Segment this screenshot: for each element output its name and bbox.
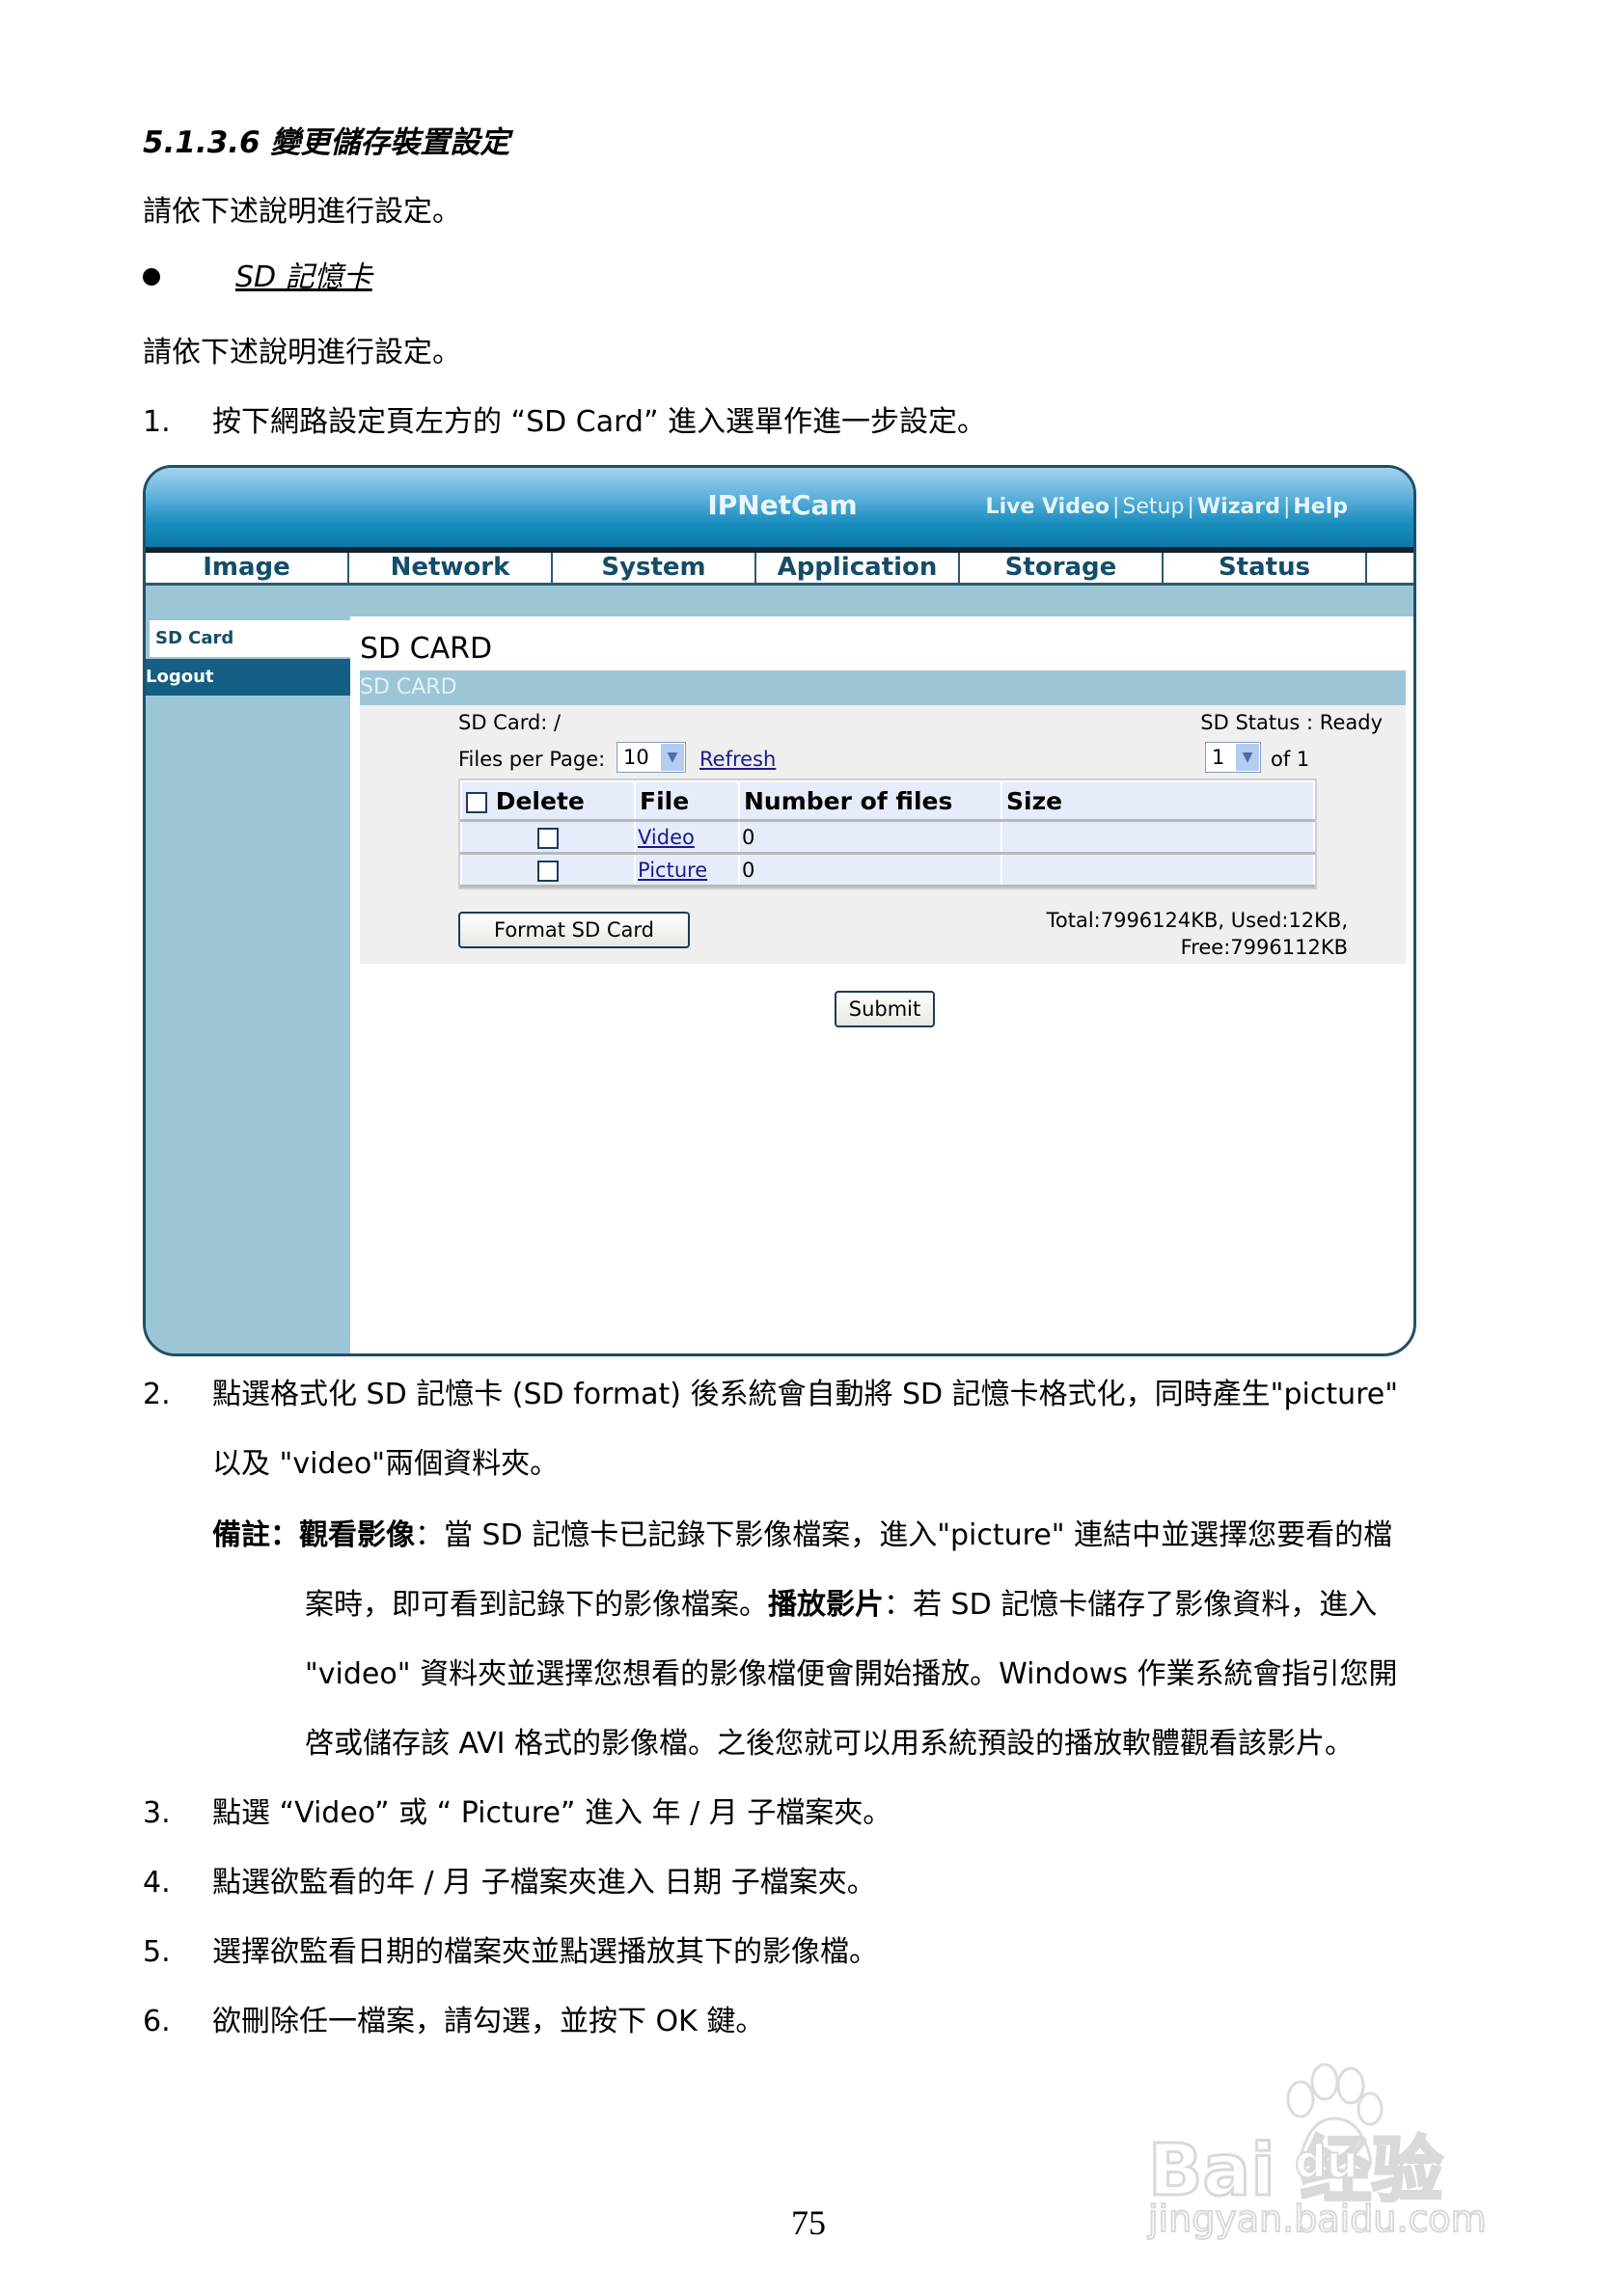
- note-text: ：當 SD 記憶卡已記錄下影像檔案，進入"picture" 連結中並選擇您要看的…: [415, 1518, 1393, 1552]
- watermark-url: jingyan.baidu.com: [1147, 2197, 1488, 2241]
- step-number: 2.: [143, 1378, 171, 1411]
- tab-application[interactable]: Application: [756, 553, 960, 583]
- top-links: Live Video | Setup | Wizard | Help: [986, 495, 1348, 519]
- section-title-bar: SD CARD: [360, 670, 1406, 705]
- file-link-video[interactable]: Video: [638, 826, 695, 849]
- sidebar-item-sd-card[interactable]: SD Card: [150, 620, 350, 657]
- sd-status: SD Status : Ready: [1200, 711, 1383, 734]
- delete-checkbox[interactable]: [537, 860, 559, 882]
- file-count: 0: [738, 819, 1002, 855]
- bullet-icon: [143, 268, 160, 286]
- bullet-title: SD 記憶卡: [235, 260, 372, 294]
- play-label: 播放影片: [768, 1588, 884, 1622]
- intro-paragraph-2: 請依下述說明進行設定。: [143, 336, 461, 369]
- step-number: 3.: [143, 1796, 171, 1830]
- step-text: 點選格式化 SD 記憶卡 (SD format) 後系統會自動將 SD 記憶卡格…: [212, 1378, 1399, 1411]
- file-count: 0: [738, 852, 1002, 888]
- tab-status[interactable]: Status: [1164, 553, 1367, 583]
- page-title: SD CARD: [360, 632, 493, 666]
- watermark-brand-inner: du: [1294, 2135, 1359, 2189]
- files-per-page-label: Files per Page:: [458, 748, 606, 771]
- column-header-number-of-files: Number of files: [738, 780, 1002, 822]
- link-separator: |: [1282, 495, 1291, 519]
- file-size: [1000, 819, 1315, 855]
- baidu-watermark: Bai 经验 du jingyan.baidu.com: [1146, 2055, 1534, 2248]
- header-bar: IPNetCam Live Video | Setup | Wizard | Help: [146, 468, 1413, 553]
- step-number: 4.: [143, 1866, 171, 1900]
- files-table: Delete File Number of files Size Video 0…: [458, 779, 1317, 889]
- storage-totals: Total:7996124KB, Used:12KB, Free:7996112…: [1047, 907, 1348, 961]
- wizard-link[interactable]: Wizard: [1197, 495, 1280, 519]
- page-number: 75: [791, 2203, 826, 2242]
- chevron-down-icon[interactable]: ▼: [661, 744, 684, 771]
- note-line-1: 備註：觀看影像：當 SD 記憶卡已記錄下影像檔案，進入"picture" 連結中…: [212, 1518, 1392, 1553]
- sidebar: [146, 616, 350, 1353]
- step-number: 5.: [143, 1935, 171, 1969]
- sub-nav-strip: [146, 586, 1413, 616]
- page-select[interactable]: 1 ▼: [1205, 742, 1261, 773]
- step-text: 選擇欲監看日期的檔案夾並點選播放其下的影像檔。: [212, 1935, 878, 1969]
- file-link-picture[interactable]: Picture: [638, 859, 707, 882]
- tab-image[interactable]: Image: [146, 553, 349, 583]
- sidebar-item-logout[interactable]: Logout: [146, 659, 350, 696]
- note-text: 案時，即可看到記錄下的影像檔案。: [305, 1588, 768, 1622]
- step-text: 按下網路設定頁左方的 “SD Card” 進入選單作進一步設定。: [212, 405, 987, 439]
- table-row: Video 0: [460, 819, 1315, 855]
- tab-network[interactable]: Network: [349, 553, 553, 583]
- totals-line-1: Total:7996124KB, Used:12KB,: [1046, 909, 1348, 932]
- select-all-checkbox[interactable]: [466, 791, 487, 813]
- submit-button[interactable]: Submit: [835, 991, 935, 1027]
- live-video-link[interactable]: Live Video: [986, 495, 1110, 519]
- nav-filler: [1367, 553, 1413, 583]
- table-row: Picture 0: [460, 852, 1315, 888]
- note-line-4: 啓或儲存該 AVI 格式的影像檔。之後您就可以用系統預設的播放軟體觀看該影片。: [305, 1727, 1355, 1761]
- link-separator: |: [1187, 495, 1194, 519]
- brand-logo: IPNetCam: [707, 489, 858, 521]
- column-header-delete: Delete: [495, 786, 585, 815]
- tab-storage[interactable]: Storage: [960, 553, 1164, 583]
- format-sd-card-button[interactable]: Format SD Card: [458, 912, 690, 948]
- totals-line-2: Free:7996112KB: [1180, 936, 1348, 959]
- step-number: 1.: [143, 405, 171, 439]
- intro-paragraph: 請依下述說明進行設定。: [143, 195, 461, 229]
- page-of-label: of 1: [1271, 748, 1310, 771]
- chevron-down-icon[interactable]: ▼: [1236, 744, 1259, 771]
- step-text: 點選欲監看的年 / 月 子檔案夾進入 日期 子檔案夾。: [212, 1866, 876, 1900]
- note-label: 備註：: [212, 1518, 299, 1552]
- section-heading: 5.1.3.6 變更儲存裝置設定: [143, 125, 510, 160]
- sd-card-path: SD Card: /: [458, 711, 562, 734]
- step-number: 6.: [143, 2005, 171, 2038]
- file-size: [1000, 852, 1315, 888]
- note-line-2: 案時，即可看到記錄下的影像檔案。播放影片：若 SD 記憶卡儲存了影像資料，進入: [305, 1588, 1377, 1623]
- main-nav: Image Network System Application Storage…: [146, 553, 1413, 586]
- step-text: 點選 “Video” 或 “ Picture” 進入 年 / 月 子檔案夾。: [212, 1796, 892, 1830]
- tab-system[interactable]: System: [553, 553, 756, 583]
- column-header-size: Size: [1000, 780, 1315, 822]
- link-separator: |: [1112, 495, 1120, 519]
- ipnetcam-screenshot: IPNetCam Live Video | Setup | Wizard | Help Im…: [143, 465, 1416, 1356]
- step-text-continued: 以及 "video"兩個資料夾。: [212, 1447, 560, 1481]
- refresh-link[interactable]: Refresh: [699, 748, 776, 771]
- page-select-value: 1: [1212, 746, 1225, 769]
- note-line-3: "video" 資料夾並選擇您想看的影像檔便會開始播放。Windows 作業系統…: [305, 1657, 1398, 1691]
- files-per-page-select[interactable]: 10 ▼: [617, 742, 686, 773]
- setup-link[interactable]: Setup: [1122, 495, 1184, 519]
- view-label: 觀看影像: [299, 1518, 415, 1552]
- step-text: 欲刪除任一檔案，請勾選，並按下 OK 鍵。: [212, 2005, 765, 2038]
- files-per-page-value: 10: [623, 746, 649, 769]
- note-text: ：若 SD 記憶卡儲存了影像資料，進入: [884, 1588, 1378, 1622]
- table-header-row: Delete File Number of files Size: [460, 780, 1315, 822]
- help-link[interactable]: Help: [1293, 495, 1348, 519]
- delete-checkbox[interactable]: [537, 827, 559, 849]
- column-header-file: File: [634, 780, 740, 822]
